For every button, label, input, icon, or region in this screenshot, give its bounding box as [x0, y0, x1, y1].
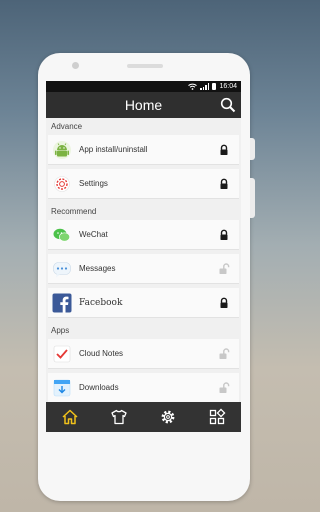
- list-item-app-install[interactable]: App install/uninstall: [48, 135, 239, 165]
- tab-theme[interactable]: [109, 407, 129, 427]
- list-item-label: Settings: [79, 179, 108, 188]
- list-item-label: Facebook: [79, 297, 123, 308]
- earpiece-speaker: [127, 64, 163, 68]
- wechat-icon: [51, 224, 73, 246]
- list-item-messages[interactable]: Messages: [48, 254, 239, 284]
- page-title: Home: [124, 97, 163, 113]
- android-icon: [51, 139, 73, 161]
- tab-home[interactable]: [60, 407, 80, 427]
- lock-closed-icon[interactable]: [218, 297, 230, 309]
- downloads-icon: [51, 377, 73, 399]
- list-item-label: Cloud Notes: [79, 349, 124, 358]
- section-header-recommend: Recommend: [51, 207, 97, 216]
- list-item-wechat[interactable]: WeChat: [48, 220, 239, 250]
- section-header-advance: Advance: [51, 122, 83, 131]
- search-icon[interactable]: [220, 97, 236, 113]
- list-item-label: WeChat: [79, 230, 108, 239]
- signal-icon: [200, 83, 210, 90]
- lock-open-icon[interactable]: [218, 262, 230, 275]
- app-header: Home: [46, 92, 241, 118]
- battery-icon: [212, 83, 217, 90]
- list-item-facebook[interactable]: Facebook: [48, 288, 239, 318]
- lock-closed-icon[interactable]: [218, 144, 230, 156]
- settings-app-icon: [51, 173, 73, 195]
- front-camera: [72, 62, 79, 69]
- facebook-icon: [51, 292, 73, 314]
- lock-closed-icon[interactable]: [218, 178, 230, 190]
- tshirt-icon: [111, 409, 127, 425]
- status-time: 16:04: [219, 83, 237, 90]
- gear-icon: [161, 410, 175, 424]
- list-item-label: Messages: [79, 264, 116, 273]
- app-screen: 16:04 Home Advance App install/uninstall: [46, 81, 241, 432]
- section-header-apps: Apps: [51, 326, 70, 335]
- bottom-tab-bar: [46, 402, 241, 432]
- list-item-settings[interactable]: Settings: [48, 169, 239, 199]
- lock-open-icon[interactable]: [218, 381, 230, 394]
- lock-open-icon[interactable]: [218, 347, 230, 360]
- list-item-label: Downloads: [79, 383, 119, 392]
- home-icon: [62, 409, 78, 425]
- status-bar: 16:04: [46, 81, 241, 92]
- list-item-label: App install/uninstall: [79, 145, 148, 154]
- list-item-cloud-notes[interactable]: Cloud Notes: [48, 339, 239, 369]
- tab-settings[interactable]: [158, 407, 178, 427]
- messages-icon: [51, 258, 73, 280]
- list-item-downloads[interactable]: Downloads: [48, 373, 239, 403]
- phone-side-button: [250, 138, 255, 160]
- tab-more[interactable]: [207, 407, 227, 427]
- wifi-icon: [188, 83, 198, 90]
- lock-closed-icon[interactable]: [218, 229, 230, 241]
- phone-side-button: [250, 178, 255, 218]
- grid-icon: [209, 408, 226, 425]
- cloud-notes-icon: [51, 343, 73, 365]
